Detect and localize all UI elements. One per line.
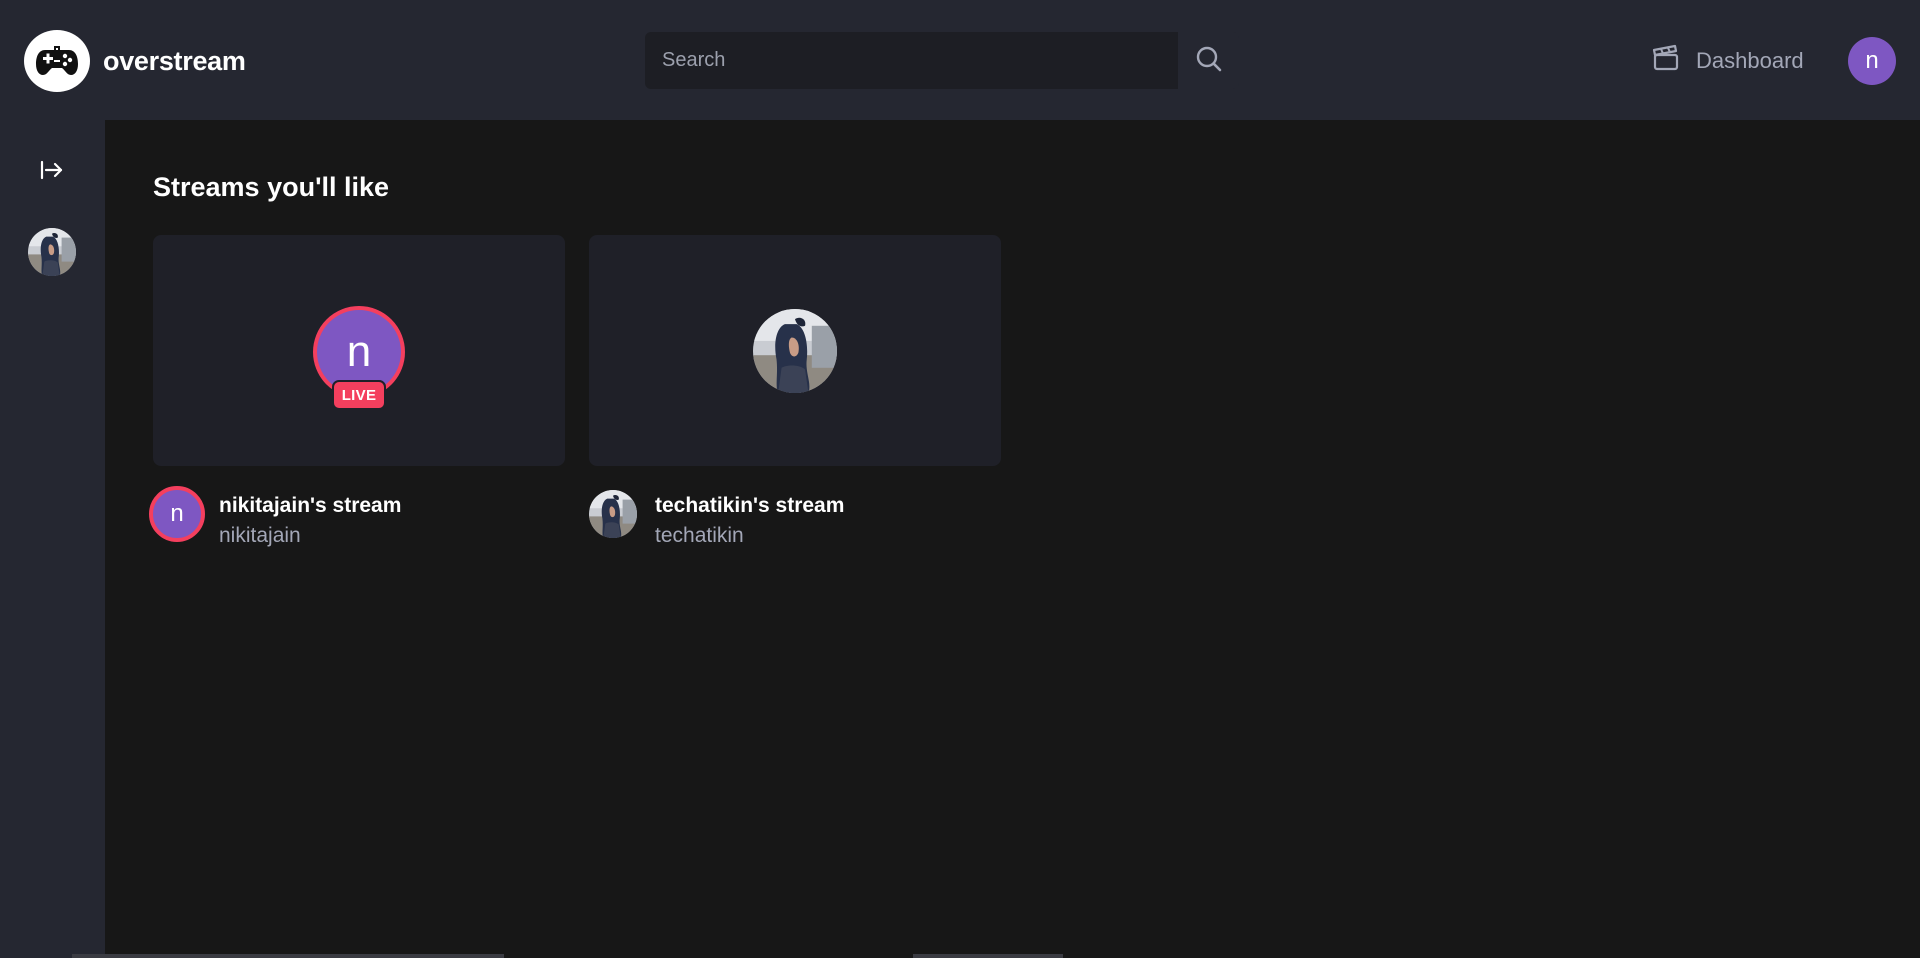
stream-thumbnail[interactable]: n LIVE <box>153 235 565 466</box>
clapperboard-icon <box>1652 44 1680 78</box>
streamer-photo-avatar <box>753 309 837 393</box>
stream-title[interactable]: techatikin's stream <box>655 494 844 518</box>
user-photo-avatar <box>28 228 76 276</box>
stream-thumbnail[interactable] <box>589 235 1001 466</box>
user-avatar-initial: n <box>1865 47 1879 74</box>
brand-name: overstream <box>103 45 246 76</box>
top-navbar: overstream Dashboard n <box>0 0 1920 120</box>
search-input[interactable] <box>645 32 1178 89</box>
stream-info: n nikitajain's stream nikitajain <box>149 486 565 556</box>
stream-username[interactable]: nikitajain <box>219 524 301 548</box>
user-avatar-button[interactable]: n <box>1848 37 1896 85</box>
brand-home-link[interactable]: overstream <box>24 30 246 92</box>
sidebar-followed-user-avatar[interactable] <box>28 228 76 276</box>
sidebar <box>0 120 105 958</box>
horizontal-scrollbar[interactable] <box>72 954 504 958</box>
live-badge: LIVE <box>332 380 386 410</box>
stream-username[interactable]: techatikin <box>655 524 744 548</box>
section-title: Streams you'll like <box>153 172 390 202</box>
sidebar-expand-button[interactable] <box>36 156 68 188</box>
horizontal-scrollbar[interactable] <box>913 954 1063 958</box>
streamer-avatar[interactable]: n <box>149 486 205 542</box>
stream-card[interactable]: techatikin's stream techatikin <box>589 235 1001 556</box>
search-form <box>645 32 1239 89</box>
expand-arrow-icon <box>40 159 64 186</box>
stream-info: techatikin's stream techatikin <box>589 486 1001 556</box>
search-icon <box>1195 45 1223 76</box>
stream-title[interactable]: nikitajain's stream <box>219 494 401 518</box>
stream-card[interactable]: n LIVE n nikitajain's stream nikitajain <box>149 235 565 556</box>
dashboard-link[interactable]: Dashboard <box>1652 44 1804 78</box>
search-button[interactable] <box>1178 32 1239 89</box>
streamer-avatar[interactable] <box>589 490 637 538</box>
gamepad-icon <box>24 30 90 92</box>
dashboard-label: Dashboard <box>1696 48 1804 73</box>
